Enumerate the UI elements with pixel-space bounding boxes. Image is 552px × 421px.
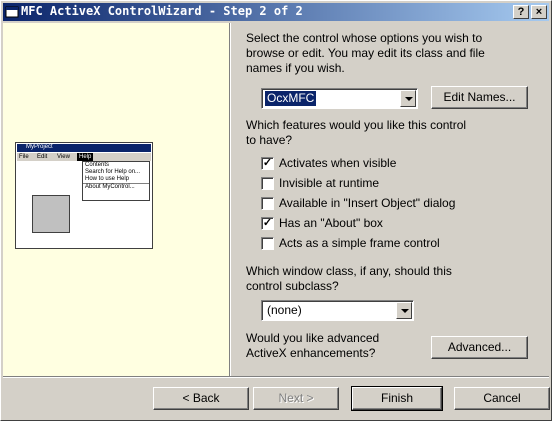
cancel-button[interactable]: Cancel <box>454 387 550 410</box>
title-bar[interactable]: MFC ActiveX ControlWizard - Step 2 of 2 … <box>3 3 549 21</box>
preview-title: MyProject <box>26 144 53 150</box>
preview-dropdown-item: Contents <box>85 162 110 168</box>
horizontal-divider <box>3 376 549 378</box>
subclass-combo-value: (none) <box>267 303 302 317</box>
features-question: Which features would you like this contr… <box>246 118 466 148</box>
subclass-question-line: control subclass? <box>246 279 339 293</box>
wizard-dialog: MFC ActiveX ControlWizard - Step 2 of 2 … <box>0 0 552 421</box>
checkbox[interactable]: ✓ <box>261 217 274 230</box>
features-question-line: to have? <box>246 133 293 147</box>
preview-control-square <box>32 195 70 233</box>
next-button[interactable]: Next > <box>253 387 339 410</box>
preview-menu-help: Help <box>77 153 94 161</box>
control-combo-value: OcxMFC <box>263 90 318 107</box>
chevron-down-icon[interactable] <box>400 90 416 107</box>
advanced-question: Would you like advanced ActiveX enhancem… <box>246 331 379 361</box>
preview-title-bar: MyProject <box>17 144 151 152</box>
checkbox[interactable] <box>261 177 274 190</box>
control-combo[interactable]: OcxMFC <box>261 88 418 109</box>
intro-text: Select the control whose options you wis… <box>246 31 485 76</box>
subclass-combo[interactable]: (none) <box>261 300 414 321</box>
advanced-question-line: Would you like advanced <box>246 331 380 345</box>
edit-names-button[interactable]: Edit Names... <box>431 86 528 109</box>
preview-menu-view: View <box>57 154 70 160</box>
help-title-button[interactable]: ? <box>513 5 529 19</box>
preview-dropdown-item: How to use Help <box>83 176 149 184</box>
feature-label: Has an "About" box <box>279 216 383 230</box>
intro-line: names if you wish. <box>246 61 345 75</box>
intro-line: browse or edit. You may edit its class a… <box>246 46 485 60</box>
chevron-down-icon[interactable] <box>396 302 412 319</box>
window-title: MFC ActiveX ControlWizard - Step 2 of 2 <box>21 4 303 18</box>
back-button[interactable]: < Back <box>153 387 249 410</box>
app-icon <box>5 6 19 18</box>
vertical-divider <box>229 23 231 376</box>
intro-line: Select the control whose options you wis… <box>246 31 483 45</box>
subclass-question-line: Which window class, if any, should this <box>246 264 452 278</box>
checkbox[interactable] <box>261 197 274 210</box>
features-question-line: Which features would you like this contr… <box>246 118 467 132</box>
preview-help-dropdown: Contents Search for Help on... How to us… <box>82 161 150 201</box>
preview-menu-edit: Edit <box>37 154 48 160</box>
feature-label: Available in "Insert Object" dialog <box>279 196 456 210</box>
checkbox[interactable] <box>261 237 274 250</box>
preview-menu-file: File <box>19 154 29 160</box>
advanced-question-line: ActiveX enhancements? <box>246 346 376 360</box>
finish-button[interactable]: Finish <box>351 386 443 411</box>
feature-label: Invisible at runtime <box>279 176 380 190</box>
subclass-question: Which window class, if any, should this … <box>246 264 452 294</box>
preview-window: MyProject File Edit View Help Contents S… <box>15 142 153 249</box>
feature-label: Acts as a simple frame control <box>279 236 440 250</box>
preview-dropdown-item: Search for Help on... <box>85 169 141 175</box>
advanced-button[interactable]: Advanced... <box>431 336 528 359</box>
preview-pane: MyProject File Edit View Help Contents S… <box>3 23 229 376</box>
preview-menu-bar: File Edit View Help <box>17 153 151 161</box>
close-title-button[interactable]: × <box>531 5 547 19</box>
preview-dropdown-item: About MyControl... <box>85 184 135 190</box>
checkbox[interactable]: ✓ <box>261 157 274 170</box>
feature-label: Activates when visible <box>279 156 397 170</box>
